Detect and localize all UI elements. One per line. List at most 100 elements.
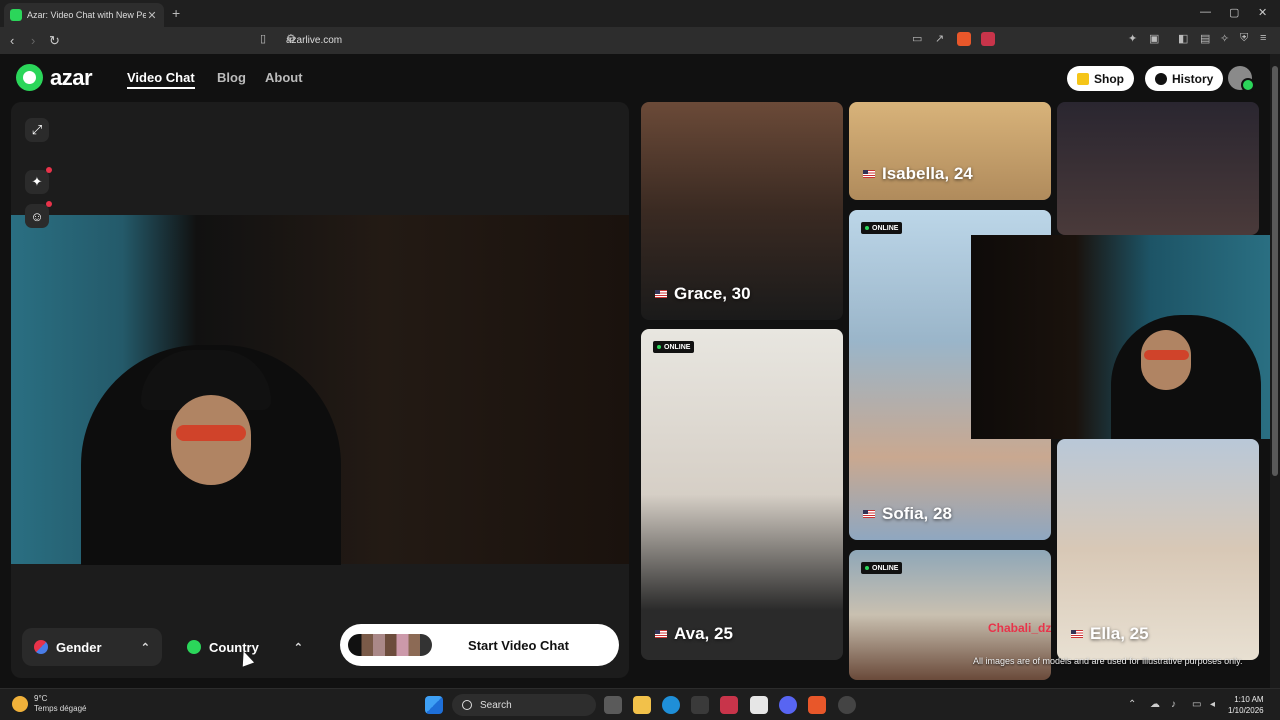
discord-icon[interactable]: [779, 696, 797, 714]
profile-name: Ella, 25: [1071, 624, 1149, 644]
scrollbar-thumb[interactable]: [1272, 66, 1278, 476]
shop-button[interactable]: Shop: [1067, 66, 1134, 91]
us-flag-icon: [863, 510, 875, 518]
leo-ai-icon[interactable]: ✧: [1220, 32, 1229, 45]
online-badge: ONLINE: [861, 562, 903, 574]
profile-card-top-right[interactable]: [1057, 102, 1259, 235]
nav-blog[interactable]: Blog: [217, 70, 246, 85]
profile-card-isabella[interactable]: Isabella, 24: [849, 102, 1051, 200]
face-icon: ☺: [30, 208, 44, 224]
profile-name: Grace, 30: [655, 284, 751, 304]
us-flag-icon: [655, 630, 667, 638]
azar-favicon-icon: [10, 9, 22, 21]
weather-widget[interactable]: 9°C Temps dégagé: [12, 694, 86, 714]
microphone-icon[interactable]: ♪: [1171, 699, 1176, 710]
speaker-icon[interactable]: ◂: [1210, 699, 1215, 710]
sticker-button[interactable]: ☺: [25, 201, 52, 228]
menu-icon[interactable]: ≡: [1260, 32, 1266, 44]
close-window-button[interactable]: ✕: [1258, 6, 1267, 19]
new-tab-button[interactable]: +: [172, 5, 180, 21]
azar-logo-icon: [16, 64, 43, 91]
browser-tab[interactable]: Azar: Video Chat with New Pe ✕: [4, 3, 164, 27]
forward-icon[interactable]: ›: [31, 33, 35, 48]
site-info-icon[interactable]: ⚙: [286, 32, 296, 45]
profile-name: Ava, 25: [655, 624, 733, 644]
sparkle-icon: ✦: [31, 174, 43, 189]
nav-video-chat[interactable]: Video Chat: [127, 70, 195, 89]
vpn-icon[interactable]: ⛨: [1240, 32, 1248, 45]
camera-person-glasses: [176, 425, 246, 441]
notification-dot: [46, 201, 52, 207]
rewards-icon[interactable]: [981, 32, 995, 46]
us-flag-icon: [655, 290, 667, 298]
recorder-icon[interactable]: [720, 696, 738, 714]
task-view-icon[interactable]: [604, 696, 622, 714]
stream-webcam-overlay: [971, 235, 1270, 439]
tab-title: Azar: Video Chat with New Pe: [27, 10, 146, 20]
browser-tabbar: Azar: Video Chat with New Pe ✕ + — ▢ ✕: [0, 0, 1280, 27]
notepad-icon[interactable]: [750, 696, 768, 714]
profile-card-grace[interactable]: Grace, 30: [641, 102, 843, 320]
browser-toolbar: ‹ › ↻ azarlive.com: [0, 27, 1280, 54]
page-scrollbar[interactable]: [1270, 54, 1280, 688]
sidebar-icon[interactable]: ◧: [1178, 32, 1188, 45]
online-badge: ONLINE: [861, 222, 903, 234]
azar-page: azar Video Chat Blog About Shop History …: [0, 54, 1270, 688]
system-clock[interactable]: 1:10 AM 1/10/2026: [1228, 694, 1264, 716]
gender-filter[interactable]: Gender ⌃: [22, 628, 162, 666]
gem-icon: [1077, 72, 1089, 85]
overlay-person-face: [1141, 330, 1191, 390]
store-icon[interactable]: [691, 696, 709, 714]
start-menu-icon[interactable]: [425, 696, 443, 714]
edge-browser-icon[interactable]: [662, 696, 680, 714]
brave-browser-icon[interactable]: [808, 696, 826, 714]
azar-logo[interactable]: azar: [16, 64, 93, 91]
profile-card-ella[interactable]: Ella, 25: [1057, 439, 1259, 660]
share-icon[interactable]: ↗: [935, 32, 944, 45]
temperature: 9°C: [34, 694, 48, 703]
models-disclaimer: All images are of models and are used fo…: [973, 656, 1243, 666]
extensions-icon[interactable]: ✦: [1128, 32, 1137, 45]
wallet-icon[interactable]: ▤: [1200, 32, 1210, 45]
network-cloud-icon[interactable]: ☁: [1150, 699, 1160, 710]
history-button[interactable]: History: [1145, 66, 1224, 91]
nav-about[interactable]: About: [265, 70, 303, 85]
minimize-button[interactable]: —: [1200, 6, 1211, 18]
reload-icon[interactable]: ↻: [49, 33, 60, 49]
tab-close-icon[interactable]: ✕: [146, 9, 158, 22]
tab-search-icon[interactable]: ▣: [1149, 32, 1159, 45]
expand-icon: ⤢: [31, 122, 43, 137]
fullscreen-button[interactable]: ⤢: [25, 118, 49, 142]
clock-date: 1/10/2026: [1228, 706, 1264, 715]
address-bar[interactable]: azarlive.com: [256, 30, 1002, 51]
start-video-chat-button[interactable]: Start Video Chat: [340, 624, 619, 666]
user-avatar[interactable]: [1228, 66, 1255, 92]
tray-chevron-up-icon[interactable]: ⌃: [1128, 699, 1136, 710]
shop-label: Shop: [1094, 71, 1124, 86]
user-avatars-strip: [348, 634, 432, 656]
start-label: Start Video Chat: [468, 637, 569, 653]
notification-dot: [46, 167, 52, 173]
cast-icon[interactable]: ▭: [912, 32, 922, 45]
maximize-button[interactable]: ▢: [1229, 6, 1239, 19]
taskbar-search[interactable]: Search: [452, 694, 596, 716]
chevron-up-icon: ⌃: [293, 641, 303, 654]
back-icon[interactable]: ‹: [10, 33, 14, 48]
bookmark-icon[interactable]: ▯: [260, 32, 266, 45]
country-label: Country: [209, 639, 259, 655]
us-flag-icon: [1071, 630, 1083, 638]
history-label: History: [1172, 71, 1214, 86]
profile-name: Sofia, 28: [863, 504, 952, 524]
logo-text: azar: [50, 64, 93, 90]
local-camera-feed: [11, 215, 629, 565]
profile-card-ava[interactable]: ONLINE Ava, 25: [641, 329, 843, 660]
monitor-icon[interactable]: ▭: [1192, 699, 1201, 710]
file-explorer-icon[interactable]: [633, 696, 651, 714]
overlay-person-glasses: [1144, 350, 1189, 360]
search-label: Search: [480, 699, 512, 711]
gender-label: Gender: [56, 639, 102, 655]
weather-moon-icon: [12, 696, 28, 712]
brave-shield-icon[interactable]: [957, 32, 971, 46]
app-icon[interactable]: [838, 696, 856, 714]
effects-button[interactable]: ✦: [25, 167, 52, 194]
